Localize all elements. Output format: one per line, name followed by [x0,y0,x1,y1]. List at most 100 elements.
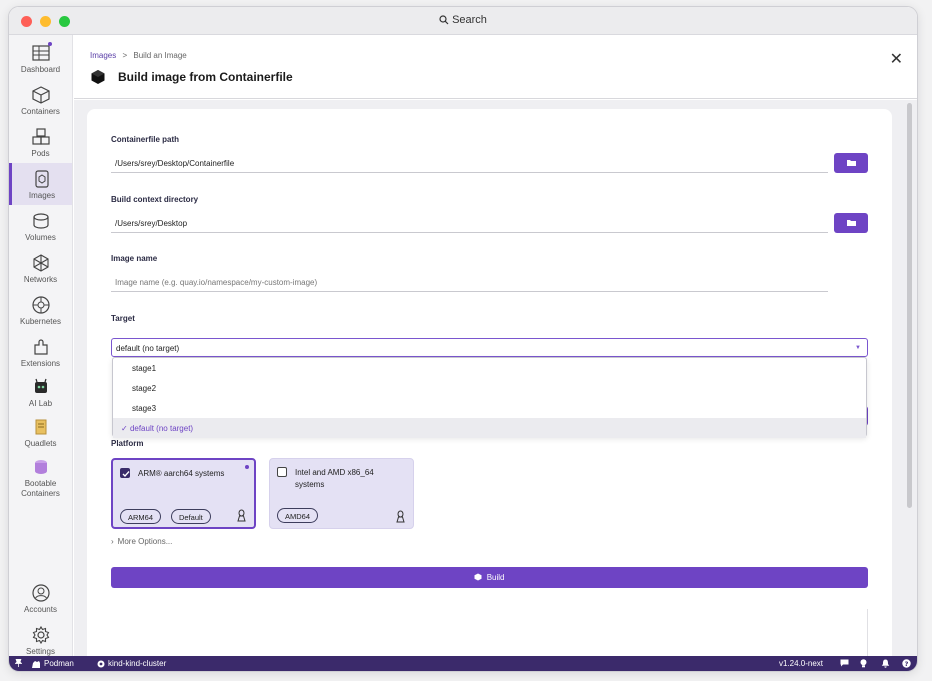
bootable-containers-icon [34,460,47,474]
target-option-default[interactable]: ✓ default (no target) [113,418,866,438]
breadcrumb-separator: > [122,51,128,60]
chevron-down-icon: ▼ [855,345,861,351]
target-selected-value: default (no target) [116,344,180,353]
folder-icon [847,160,856,166]
volumes-icon [32,213,49,229]
target-option-stage3[interactable]: stage3 [113,398,866,418]
title-bar: Search [9,7,917,35]
search-label: Search [452,14,487,26]
nav-label: Kubernetes [20,317,61,326]
nav-rail: Dashboard Containers Pods Images Volumes… [9,35,73,656]
nav-label: Images [28,191,56,200]
page-title: Build image from Containerfile [90,69,293,85]
chevron-right-icon: › [111,537,114,546]
pin-icon[interactable] [15,659,25,667]
build-form-card: Containerfile path /Users/srey/Desktop/C… [87,109,892,669]
breadcrumb-current: Build an Image [133,51,187,60]
tag-arm64: ARM64 [120,509,162,524]
platform-card-arm64[interactable]: ARM® aarch64 systems ARM64 Default [111,458,256,529]
target-label: Target [111,314,135,323]
search-icon [439,15,449,25]
nav-item-networks[interactable]: Networks [9,253,72,284]
tag-amd64: AMD64 [277,508,319,523]
build-context-input[interactable]: /Users/srey/Desktop [111,213,828,233]
nav-item-images[interactable]: Images [9,163,72,205]
nav-item-volumes[interactable]: Volumes [9,211,72,242]
nav-label: Accounts [24,605,57,614]
image-cube-icon [91,70,105,84]
networks-icon [32,254,49,272]
chat-icon[interactable] [840,659,852,667]
target-option-stage2[interactable]: stage2 [113,378,866,398]
nav-label: Pods [31,149,50,158]
cluster-label: kind-kind-cluster [108,659,167,668]
search-bar[interactable]: Search [9,14,917,26]
content-area: Containerfile path /Users/srey/Desktop/C… [74,100,917,669]
target-dropdown: stage1 stage2 stage3 ✓ default (no targe… [112,357,867,438]
provider-label: Podman [44,659,74,668]
close-icon[interactable]: ✕ [890,49,903,69]
nav-item-kubernetes[interactable]: Kubernetes [9,295,72,326]
ai-lab-icon [34,378,47,393]
nav-label: Containers [21,107,60,116]
target-option-stage1[interactable]: stage1 [113,358,866,378]
page-header: Images > Build an Image Build image from… [74,35,917,99]
platform-card-amd64[interactable]: Intel and AMD x86_64 systems AMD64 [269,458,414,529]
target-select[interactable]: default (no target) ▼ [111,338,868,357]
folder-icon [847,220,856,226]
kubernetes-icon [31,296,50,314]
build-button[interactable]: Build [111,567,868,588]
nav-label: Volumes [25,233,56,242]
quadlets-icon [35,419,46,435]
linux-icon [396,510,405,523]
status-bar: Podman kind-kind-cluster v1.24.0-next ? [9,656,917,671]
nav-item-ai-lab[interactable]: AI Lab [9,377,72,408]
cube-icon [474,573,482,581]
accounts-icon [31,584,50,602]
svg-text:?: ? [905,660,909,668]
provider-status[interactable]: Podman [31,659,74,668]
nav-label: AI Lab [28,399,53,408]
browse-context-button[interactable] [834,213,868,233]
kubernetes-context-icon [97,660,105,667]
nav-item-bootable-containers[interactable]: Bootable Containers [9,457,72,499]
more-options-label: More Options... [117,537,173,546]
cluster-status[interactable]: kind-kind-cluster [97,659,166,668]
target-option-label: default (no target) [129,424,194,433]
platform-name: Intel and AMD x86_64 systems [295,468,374,489]
scrollbar[interactable] [907,103,912,508]
bell-icon[interactable] [881,659,893,668]
page-title-text: Build image from Containerfile [118,70,293,84]
containerfile-path-input[interactable]: /Users/srey/Desktop/Containerfile [111,153,828,173]
nav-item-containers[interactable]: Containers [9,85,72,116]
checkmark-icon [122,471,130,478]
nav-item-pods[interactable]: Pods [9,127,72,158]
image-name-input[interactable]: Image name (e.g. quay.io/namespace/my-cu… [111,272,828,292]
selected-dot [245,465,249,469]
build-context-label: Build context directory [111,195,199,204]
nav-item-extensions[interactable]: Extensions [9,337,72,368]
amd64-checkbox[interactable] [277,467,287,477]
images-icon [35,170,49,188]
lightbulb-icon[interactable] [860,659,870,668]
nav-item-settings[interactable]: Settings [9,625,72,656]
breadcrumb-link-images[interactable]: Images [90,51,116,60]
nav-item-quadlets[interactable]: Quadlets [9,417,72,448]
notification-dot [48,42,52,46]
check-icon: ✓ [121,424,130,433]
nav-item-accounts[interactable]: Accounts [9,583,72,614]
browse-containerfile-button[interactable] [834,153,868,173]
tag-default: Default [171,509,211,524]
more-options-toggle[interactable]: › More Options... [111,537,172,546]
arm64-checkbox[interactable] [120,468,130,478]
nav-label: Networks [23,275,58,284]
breadcrumb: Images > Build an Image [90,51,187,60]
help-icon[interactable]: ? [902,659,914,668]
nav-item-dashboard[interactable]: Dashboard [9,42,72,74]
build-label: Build [486,573,505,582]
nav-label: Quadlets [24,439,57,448]
app-window: Search Dashboard Containers Pods Images … [8,6,918,672]
version-label: v1.24.0-next [779,659,824,668]
containerfile-path-label: Containerfile path [111,135,180,144]
extensions-icon [33,339,48,355]
